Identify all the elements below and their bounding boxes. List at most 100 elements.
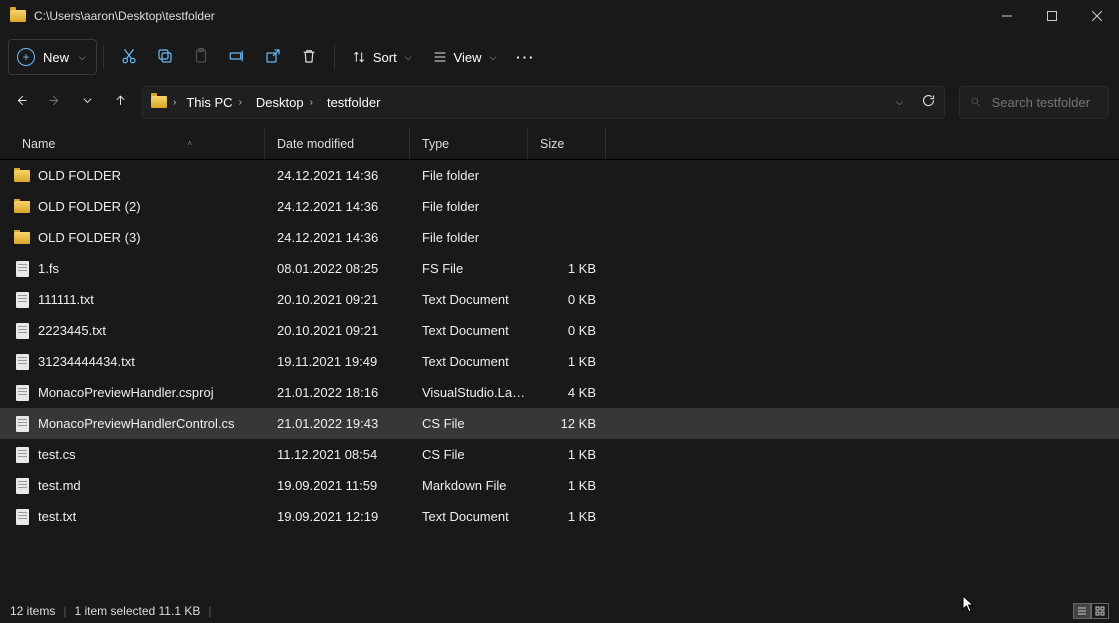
column-headers: Name ˄ Date modified Type Size [0,128,1119,160]
file-row[interactable]: 31234444434.txt 19.11.2021 19:49Text Docu… [0,346,1119,377]
chevron-down-icon: ⌵ [489,52,496,63]
file-date: 19.09.2021 12:19 [265,509,410,524]
column-size-header[interactable]: Size [528,128,606,159]
breadcrumb-segment[interactable]: Desktop› [252,93,317,112]
search-input[interactable] [992,95,1098,110]
file-name: MonacoPreviewHandlerControl.cs [38,416,235,431]
file-name: OLD FOLDER (2) [38,199,141,214]
address-dropdown[interactable]: ⌵ [896,97,903,108]
file-type: Text Document [410,354,528,369]
view-icon [432,49,448,65]
file-name: 111111.txt [38,292,94,307]
search-icon [970,95,982,109]
refresh-button[interactable] [921,93,936,111]
navigation-row: › This PC› Desktop› testfolder ⌵ [0,82,1119,128]
folder-icon [14,201,30,213]
folder-icon [14,232,30,244]
file-icon [16,323,29,339]
file-date: 19.09.2021 11:59 [265,478,410,493]
paste-icon[interactable] [192,47,210,68]
maximize-button[interactable] [1029,0,1074,32]
view-label: View [454,50,482,65]
folder-icon [10,10,26,22]
file-size: 1 KB [528,478,606,493]
cut-icon[interactable] [120,47,138,68]
file-row[interactable]: 1.fs08.01.2022 08:25FS File1 KB [0,253,1119,284]
sort-label: Sort [373,50,397,65]
delete-icon[interactable] [300,47,318,68]
divider [103,45,104,69]
more-button[interactable]: ··· [506,39,545,75]
file-type: Text Document [410,509,528,524]
file-name: test.md [38,478,81,493]
view-button[interactable]: View ⌵ [422,39,507,75]
file-row[interactable]: MonacoPreviewHandler.csproj 21.01.2022 18… [0,377,1119,408]
file-row[interactable]: test.txt 19.09.2021 12:19Text Document1 K… [0,501,1119,532]
file-date: 21.01.2022 18:16 [265,385,410,400]
file-row[interactable]: OLD FOLDER (3)24.12.2021 14:36File folde… [0,222,1119,253]
status-bar: 12 items | 1 item selected 11.1 KB | [0,599,1119,623]
plus-icon: + [17,48,35,66]
file-row[interactable]: OLD FOLDER (2) 24.12.2021 14:36File folde… [0,191,1119,222]
search-box[interactable] [959,86,1109,119]
file-size: 1 KB [528,447,606,462]
file-type: VisualStudio.Laun... [410,385,528,400]
file-row[interactable]: 111111.txt20.10.2021 09:21Text Document0… [0,284,1119,315]
file-size: 0 KB [528,292,606,307]
column-date-header[interactable]: Date modified [265,128,410,159]
file-row[interactable]: 2223445.txt20.10.2021 09:21Text Document… [0,315,1119,346]
column-type-header[interactable]: Type [410,128,528,159]
file-list: OLD FOLDER24.12.2021 14:36File folderOLD… [0,160,1119,532]
breadcrumb-segment[interactable]: testfolder [323,93,384,112]
details-view-button[interactable] [1073,603,1091,619]
status-selection: 1 item selected 11.1 KB [74,604,200,618]
file-date: 19.11.2021 19:49 [265,354,410,369]
file-name: OLD FOLDER [38,168,121,183]
file-row[interactable]: test.cs11.12.2021 08:54CS File1 KB [0,439,1119,470]
sort-indicator-icon: ˄ [187,139,192,148]
file-type: File folder [410,168,528,183]
file-name: 31234444434.txt [38,354,135,369]
file-row[interactable]: test.md 19.09.2021 11:59Markdown File1 KB [0,470,1119,501]
sort-button[interactable]: Sort ⌵ [341,39,422,75]
file-icon [16,478,29,494]
file-icon [16,416,29,432]
forward-button[interactable] [47,93,62,111]
file-size: 1 KB [528,509,606,524]
file-type: CS File [410,447,528,462]
chevron-right-icon: › [173,97,176,108]
file-icon [16,447,29,463]
rename-icon[interactable] [228,47,246,68]
share-icon[interactable] [264,47,282,68]
file-icon [16,261,29,277]
file-size: 0 KB [528,323,606,338]
address-bar[interactable]: › This PC› Desktop› testfolder ⌵ [142,86,945,119]
close-button[interactable] [1074,0,1119,32]
up-button[interactable] [113,93,128,111]
column-name-header[interactable]: Name ˄ [10,128,265,159]
file-type: Text Document [410,292,528,307]
file-type: Text Document [410,323,528,338]
file-icon [16,354,29,370]
file-row[interactable]: MonacoPreviewHandlerControl.cs21.01.2022… [0,408,1119,439]
file-name: 1.fs [38,261,59,276]
file-date: 24.12.2021 14:36 [265,168,410,183]
file-name: MonacoPreviewHandler.csproj [38,385,214,400]
file-date: 20.10.2021 09:21 [265,323,410,338]
minimize-button[interactable] [984,0,1029,32]
divider [334,45,335,69]
file-type: File folder [410,199,528,214]
window-title: C:\Users\aaron\Desktop\testfolder [34,9,215,23]
file-type: Markdown File [410,478,528,493]
file-date: 24.12.2021 14:36 [265,199,410,214]
file-name: test.txt [38,509,76,524]
thumbnails-view-button[interactable] [1091,603,1109,619]
recent-dropdown[interactable] [80,93,95,111]
file-icon [16,292,29,308]
back-button[interactable] [14,93,29,111]
breadcrumb-segment[interactable]: This PC› [182,93,246,112]
new-button[interactable]: + New ⌵ [8,39,97,75]
file-size: 1 KB [528,261,606,276]
file-row[interactable]: OLD FOLDER 24.12.2021 14:36File folder [0,160,1119,191]
copy-icon[interactable] [156,47,174,68]
